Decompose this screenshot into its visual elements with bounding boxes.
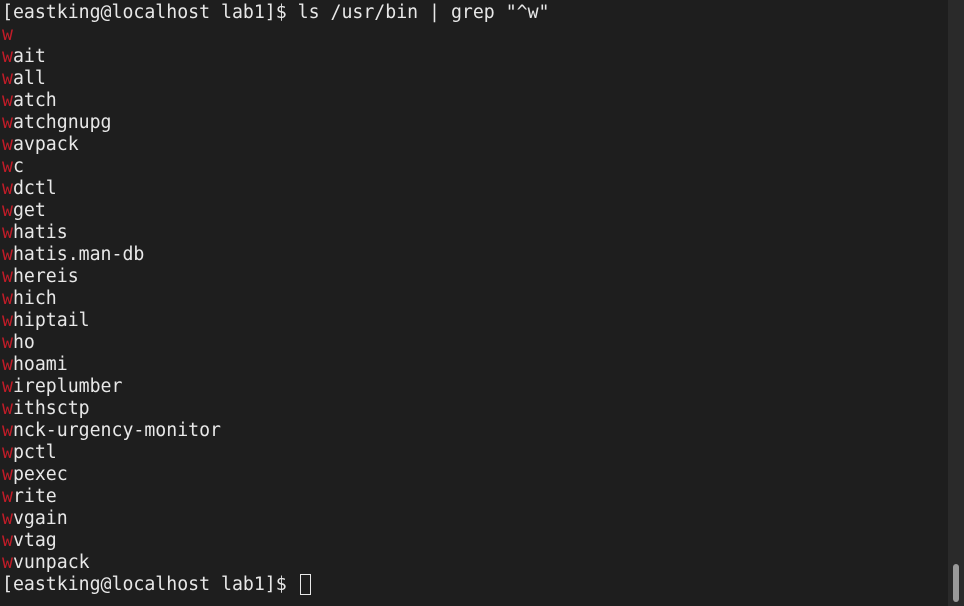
active-prompt-line[interactable]: [eastking@localhost lab1]$ xyxy=(2,574,946,596)
result-line: wvtag xyxy=(2,530,946,552)
result-suffix: hiptail xyxy=(12,310,90,331)
match-highlight: w xyxy=(2,464,13,485)
result-line: wdctl xyxy=(2,178,946,200)
result-suffix: hich xyxy=(12,288,57,309)
result-line: wvunpack xyxy=(2,552,946,574)
result-suffix: atchgnupg xyxy=(12,112,112,133)
result-line: whatis xyxy=(2,222,946,244)
result-line: wall xyxy=(2,68,946,90)
result-line: which xyxy=(2,288,946,310)
match-highlight: w xyxy=(2,288,13,309)
result-line: wireplumber xyxy=(2,376,946,398)
match-highlight: w xyxy=(2,398,13,419)
result-line: watchgnupg xyxy=(2,112,946,134)
result-suffix: hereis xyxy=(12,266,79,287)
match-highlight: w xyxy=(2,68,13,89)
result-line: whatis.man-db xyxy=(2,244,946,266)
terminal-output: [eastking@localhost lab1]$ ls /usr/bin |… xyxy=(2,2,946,596)
result-suffix: c xyxy=(12,156,24,177)
match-highlight: w xyxy=(2,112,13,133)
match-highlight: w xyxy=(2,134,13,155)
command-line: [eastking@localhost lab1]$ ls /usr/bin |… xyxy=(2,2,946,24)
active-prompt: [eastking@localhost lab1]$ xyxy=(2,574,298,595)
match-highlight: w xyxy=(2,46,13,67)
match-highlight: w xyxy=(2,332,13,353)
result-line: wnck-urgency-monitor xyxy=(2,420,946,442)
result-line: wpexec xyxy=(2,464,946,486)
result-line: wait xyxy=(2,46,946,68)
result-suffix: vgain xyxy=(12,508,68,529)
result-suffix: atch xyxy=(12,90,57,111)
match-highlight: w xyxy=(2,530,13,551)
result-suffix: all xyxy=(12,68,46,89)
result-suffix: dctl xyxy=(12,178,57,199)
match-highlight: w xyxy=(2,266,13,287)
match-highlight: w xyxy=(2,442,13,463)
result-line: wavpack xyxy=(2,134,946,156)
result-suffix: avpack xyxy=(12,134,79,155)
result-suffix: vunpack xyxy=(12,552,90,573)
result-suffix: hoami xyxy=(12,354,68,375)
terminal-window[interactable]: [eastking@localhost lab1]$ ls /usr/bin |… xyxy=(0,0,964,606)
result-line: whiptail xyxy=(2,310,946,332)
vertical-scrollbar[interactable] xyxy=(948,0,964,606)
result-suffix: hatis xyxy=(12,222,68,243)
result-line: wc xyxy=(2,156,946,178)
match-highlight: w xyxy=(2,90,13,111)
match-highlight: w xyxy=(2,200,13,221)
match-highlight: w xyxy=(2,178,13,199)
result-suffix: pexec xyxy=(12,464,68,485)
text-cursor xyxy=(299,574,311,595)
match-highlight: w xyxy=(2,310,13,331)
result-suffix: rite xyxy=(12,486,57,507)
result-line: w xyxy=(2,24,946,46)
result-line: wpctl xyxy=(2,442,946,464)
match-highlight: w xyxy=(2,486,13,507)
scrollbar-thumb[interactable] xyxy=(953,564,959,602)
result-suffix: ho xyxy=(12,332,35,353)
match-highlight: w xyxy=(2,420,13,441)
result-suffix: get xyxy=(12,200,46,221)
match-highlight: w xyxy=(2,552,13,573)
match-highlight: w xyxy=(2,354,13,375)
result-suffix: pctl xyxy=(12,442,57,463)
command-prompt: [eastking@localhost lab1]$ xyxy=(2,2,298,23)
result-suffix: ithsctp xyxy=(12,398,90,419)
result-suffix: vtag xyxy=(12,530,57,551)
result-line: wvgain xyxy=(2,508,946,530)
result-line: who xyxy=(2,332,946,354)
match-highlight: w xyxy=(2,222,13,243)
match-highlight: w xyxy=(2,508,13,529)
result-list: w wait wall watch watchgnupg wavpack wc wdctl wg… xyxy=(2,24,946,574)
match-highlight: w xyxy=(2,244,13,265)
result-line: whoami xyxy=(2,354,946,376)
result-suffix: ireplumber xyxy=(12,376,123,397)
result-line: write xyxy=(2,486,946,508)
result-line: watch xyxy=(2,90,946,112)
result-suffix: hatis.man-db xyxy=(12,244,145,265)
match-highlight: w xyxy=(2,24,13,45)
match-highlight: w xyxy=(2,376,13,397)
result-line: withsctp xyxy=(2,398,946,420)
match-highlight: w xyxy=(2,156,13,177)
result-suffix: ait xyxy=(12,46,46,67)
command-text: ls /usr/bin | grep "^w" xyxy=(297,2,550,23)
result-line: whereis xyxy=(2,266,946,288)
result-line: wget xyxy=(2,200,946,222)
result-suffix: nck-urgency-monitor xyxy=(12,420,221,441)
